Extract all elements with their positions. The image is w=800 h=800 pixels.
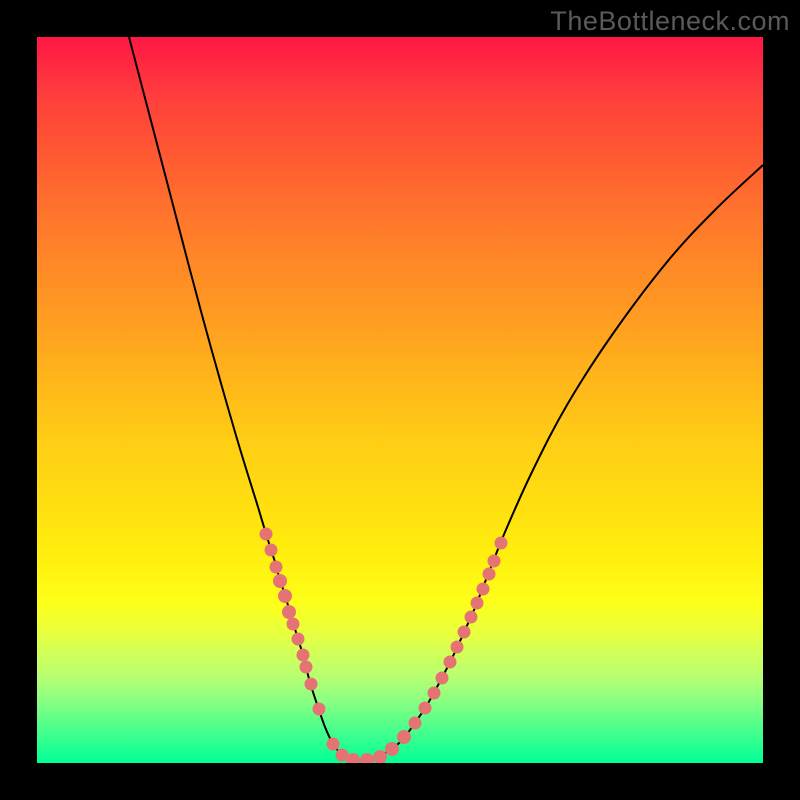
data-point-marker bbox=[287, 618, 300, 631]
data-point-marker bbox=[471, 597, 484, 610]
data-point-marker bbox=[278, 589, 292, 603]
data-point-marker bbox=[300, 661, 313, 674]
curve-left bbox=[129, 37, 352, 760]
data-markers bbox=[260, 528, 508, 764]
data-point-marker bbox=[488, 555, 501, 568]
curve-right bbox=[352, 165, 763, 760]
data-point-marker bbox=[373, 750, 387, 763]
data-point-marker bbox=[360, 753, 374, 763]
data-point-marker bbox=[260, 528, 273, 541]
data-point-marker bbox=[397, 730, 411, 744]
data-point-marker bbox=[297, 649, 310, 662]
data-point-marker bbox=[409, 717, 422, 730]
data-point-marker bbox=[327, 738, 340, 751]
chart-plot-area bbox=[37, 37, 763, 763]
data-point-marker bbox=[292, 633, 305, 646]
data-point-marker bbox=[385, 742, 399, 756]
data-point-marker bbox=[313, 703, 326, 716]
chart-svg bbox=[37, 37, 763, 763]
data-point-marker bbox=[419, 702, 432, 715]
data-point-marker bbox=[270, 561, 283, 574]
data-point-marker bbox=[428, 687, 441, 700]
data-point-marker bbox=[436, 672, 449, 685]
data-point-marker bbox=[451, 641, 464, 654]
data-point-marker bbox=[483, 568, 496, 581]
data-point-marker bbox=[465, 611, 478, 624]
data-point-marker bbox=[265, 544, 278, 557]
data-point-marker bbox=[305, 678, 318, 691]
data-point-marker bbox=[495, 537, 508, 550]
data-point-marker bbox=[458, 626, 471, 639]
data-point-marker bbox=[282, 605, 296, 619]
data-point-marker bbox=[477, 583, 490, 596]
data-point-marker bbox=[273, 574, 287, 588]
data-point-marker bbox=[444, 656, 457, 669]
watermark: TheBottleneck.com bbox=[550, 6, 790, 37]
